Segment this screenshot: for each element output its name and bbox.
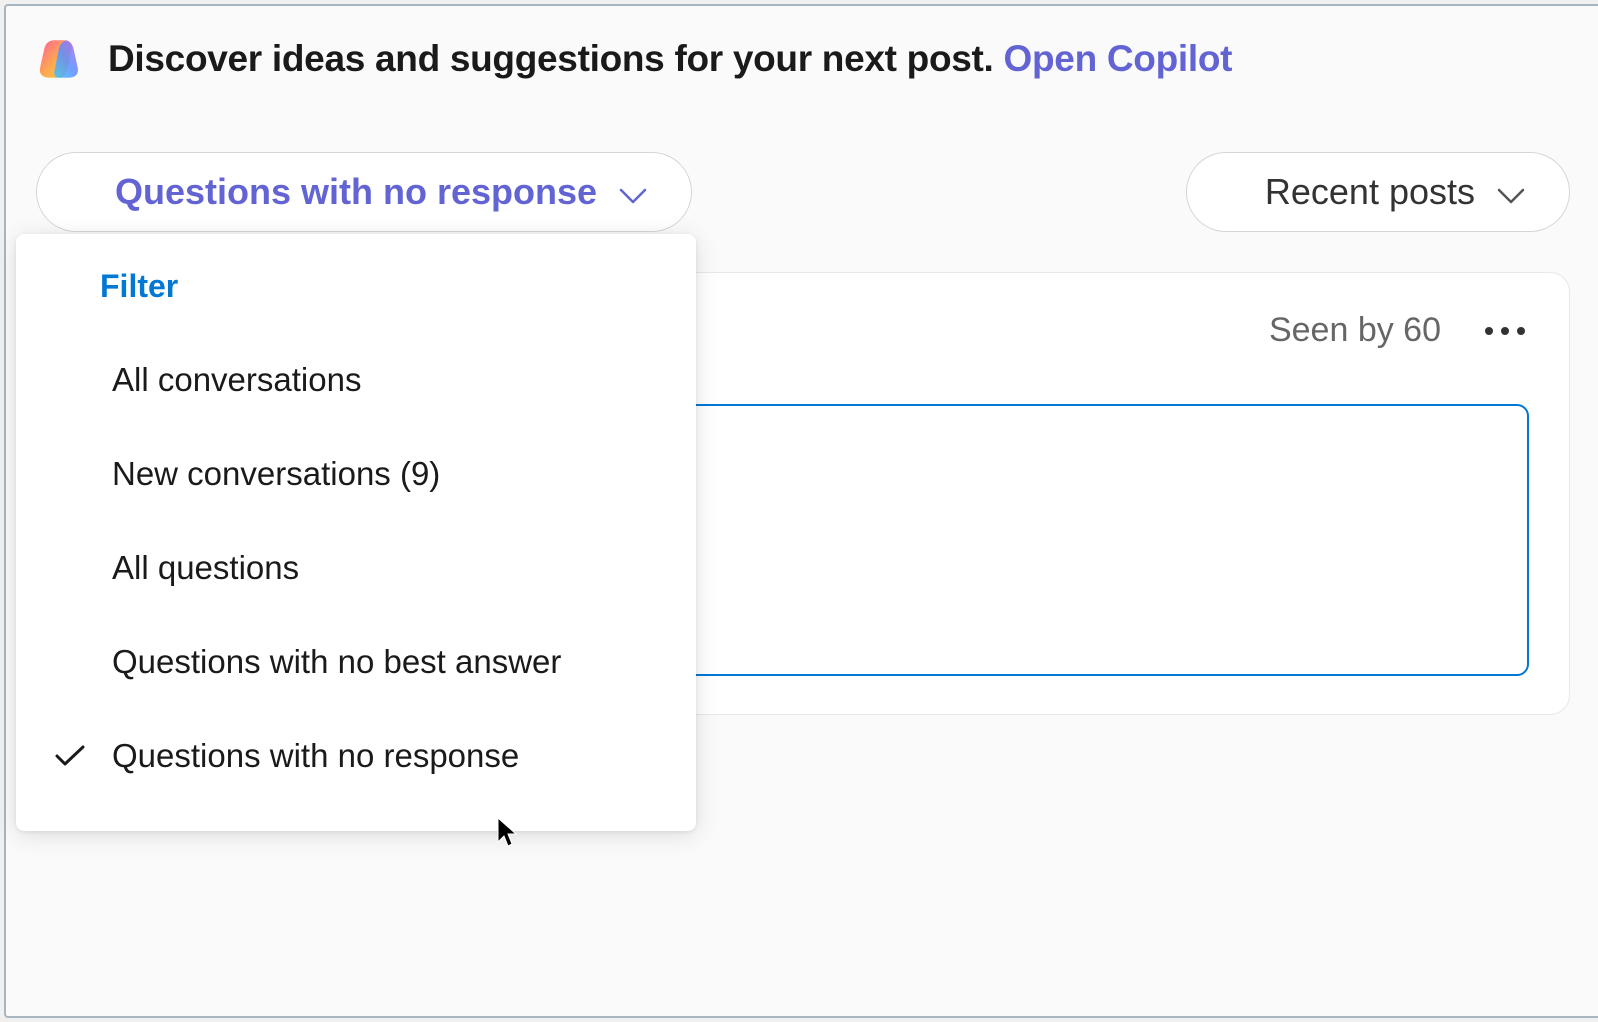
sort-dropdown-button[interactable]: Recent posts (1186, 152, 1570, 232)
more-options-button[interactable] (1481, 323, 1529, 339)
checkmark-icon (54, 737, 86, 775)
banner-message: Discover ideas and suggestions for your … (108, 38, 1004, 79)
dot-icon (1501, 327, 1509, 335)
open-copilot-link[interactable]: Open Copilot (1004, 38, 1233, 79)
filter-option-all-conversations[interactable]: All conversations (16, 333, 696, 427)
filter-option-no-response[interactable]: Questions with no response (16, 709, 696, 803)
filter-option-new-conversations[interactable]: New conversations (9) (16, 427, 696, 521)
dropdown-item-label: New conversations (9) (112, 455, 440, 493)
filter-dropdown-label: Questions with no response (115, 171, 597, 213)
filter-dropdown-menu: Filter All conversations New conversatio… (16, 234, 696, 831)
dot-icon (1485, 327, 1493, 335)
filter-option-no-best-answer[interactable]: Questions with no best answer (16, 615, 696, 709)
app-frame: Discover ideas and suggestions for your … (4, 4, 1598, 1018)
seen-by-text: Seen by 60 (1269, 311, 1441, 350)
chevron-down-icon (619, 171, 647, 213)
sort-dropdown-label: Recent posts (1265, 171, 1475, 213)
chevron-down-icon (1497, 171, 1525, 213)
dropdown-item-label: All conversations (112, 361, 361, 399)
dropdown-item-label: All questions (112, 549, 299, 587)
dropdown-item-label: Questions with no best answer (112, 643, 561, 681)
dropdown-item-label: Questions with no response (112, 737, 519, 775)
filter-dropdown-button[interactable]: Questions with no response (36, 152, 692, 232)
filters-row: Questions with no response Recent posts … (36, 152, 1570, 232)
check-slot (54, 737, 112, 775)
banner-text: Discover ideas and suggestions for your … (108, 38, 1232, 80)
dot-icon (1517, 327, 1525, 335)
dropdown-header: Filter (16, 268, 696, 333)
copilot-banner: Discover ideas and suggestions for your … (36, 34, 1570, 84)
copilot-icon (36, 34, 86, 84)
filter-option-all-questions[interactable]: All questions (16, 521, 696, 615)
